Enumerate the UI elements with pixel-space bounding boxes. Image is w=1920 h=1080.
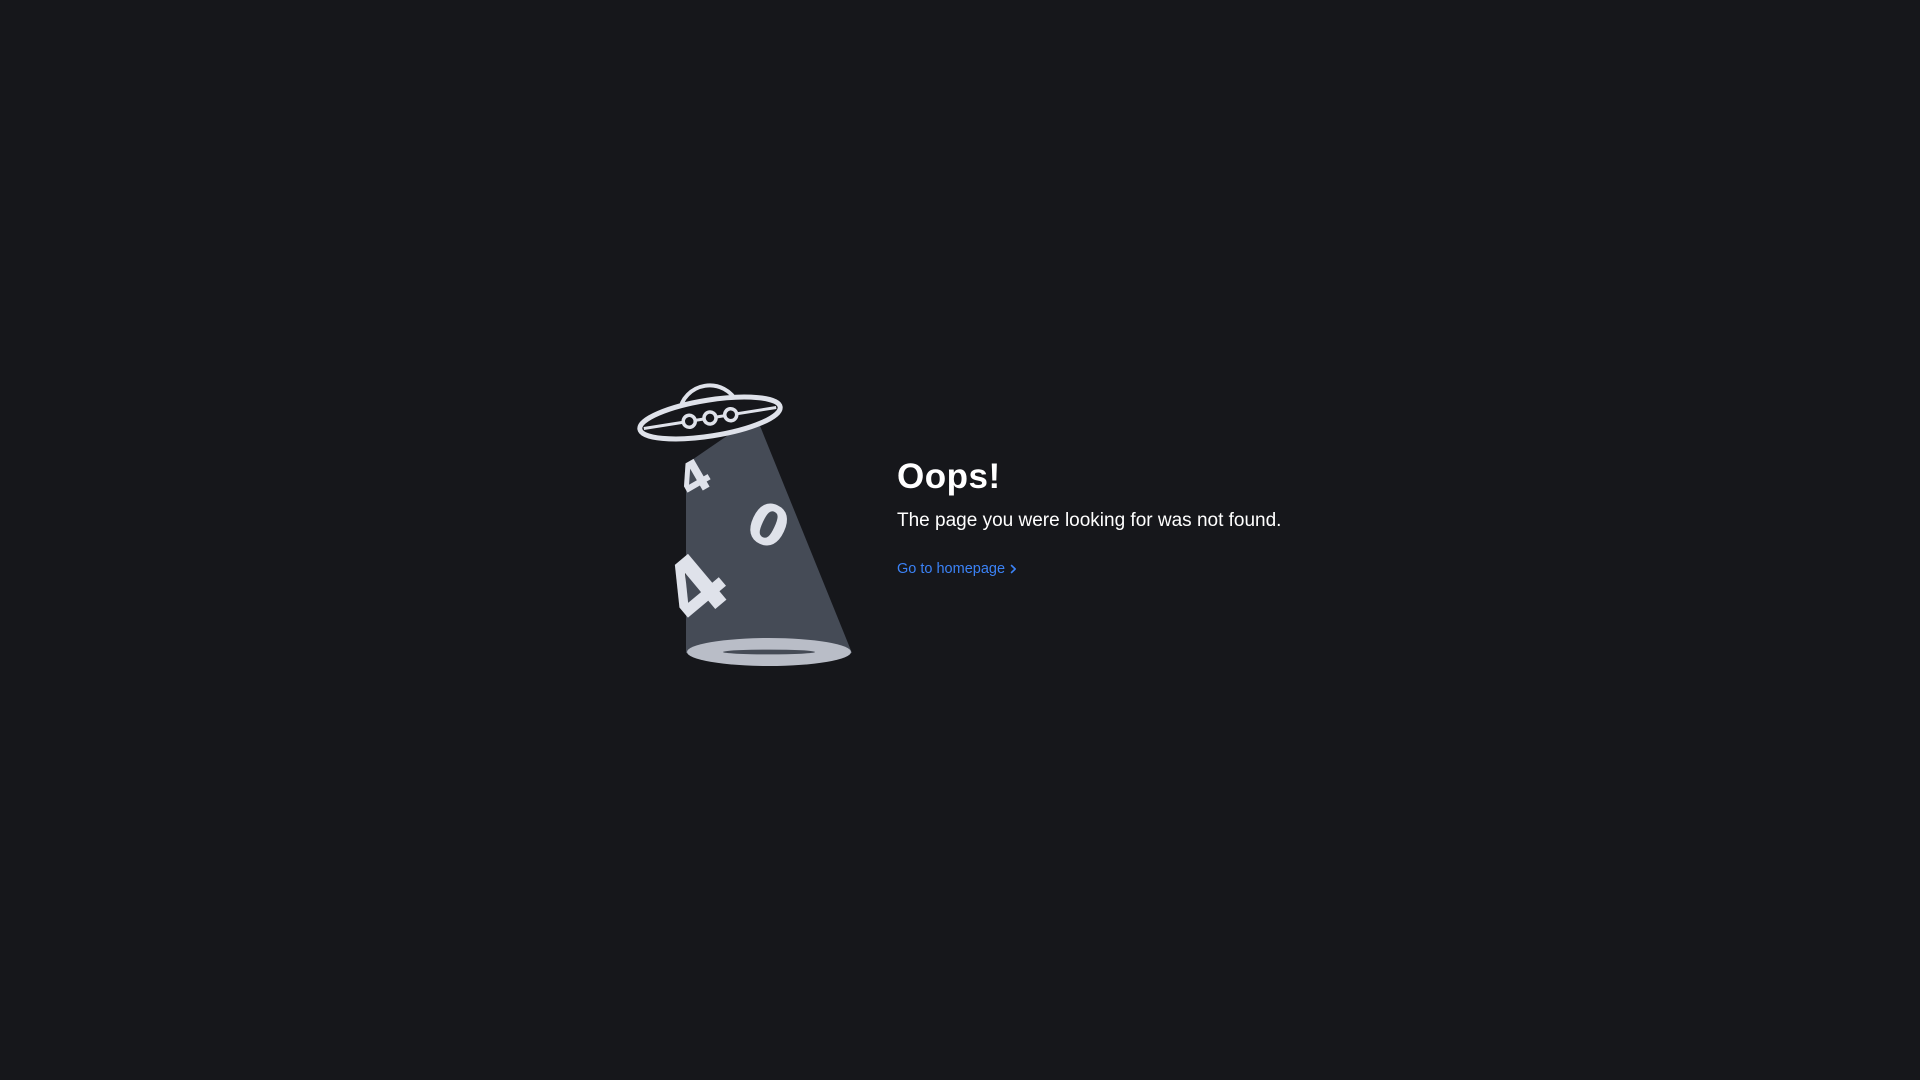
beam-ground-shadow bbox=[723, 649, 815, 655]
ufo-light-2 bbox=[702, 410, 718, 426]
go-to-homepage-label: Go to homepage bbox=[897, 561, 1006, 577]
ufo-light-3 bbox=[722, 406, 739, 423]
error-page: 4 0 4 Oops! The page you were looking fo… bbox=[0, 0, 1920, 1080]
error-title: Oops! bbox=[897, 457, 1001, 496]
error-message-block: Oops! The page you were looking for was … bbox=[897, 455, 1417, 578]
go-to-homepage-link[interactable]: Go to homepage bbox=[897, 561, 1017, 577]
chevron-right-icon bbox=[1010, 564, 1017, 574]
ufo-light-1 bbox=[681, 413, 698, 430]
error-message: The page you were looking for was not fo… bbox=[897, 510, 1282, 531]
ufo-illustration: 4 0 4 bbox=[636, 370, 856, 670]
ufo-404-icon: 4 0 4 bbox=[637, 383, 852, 666]
